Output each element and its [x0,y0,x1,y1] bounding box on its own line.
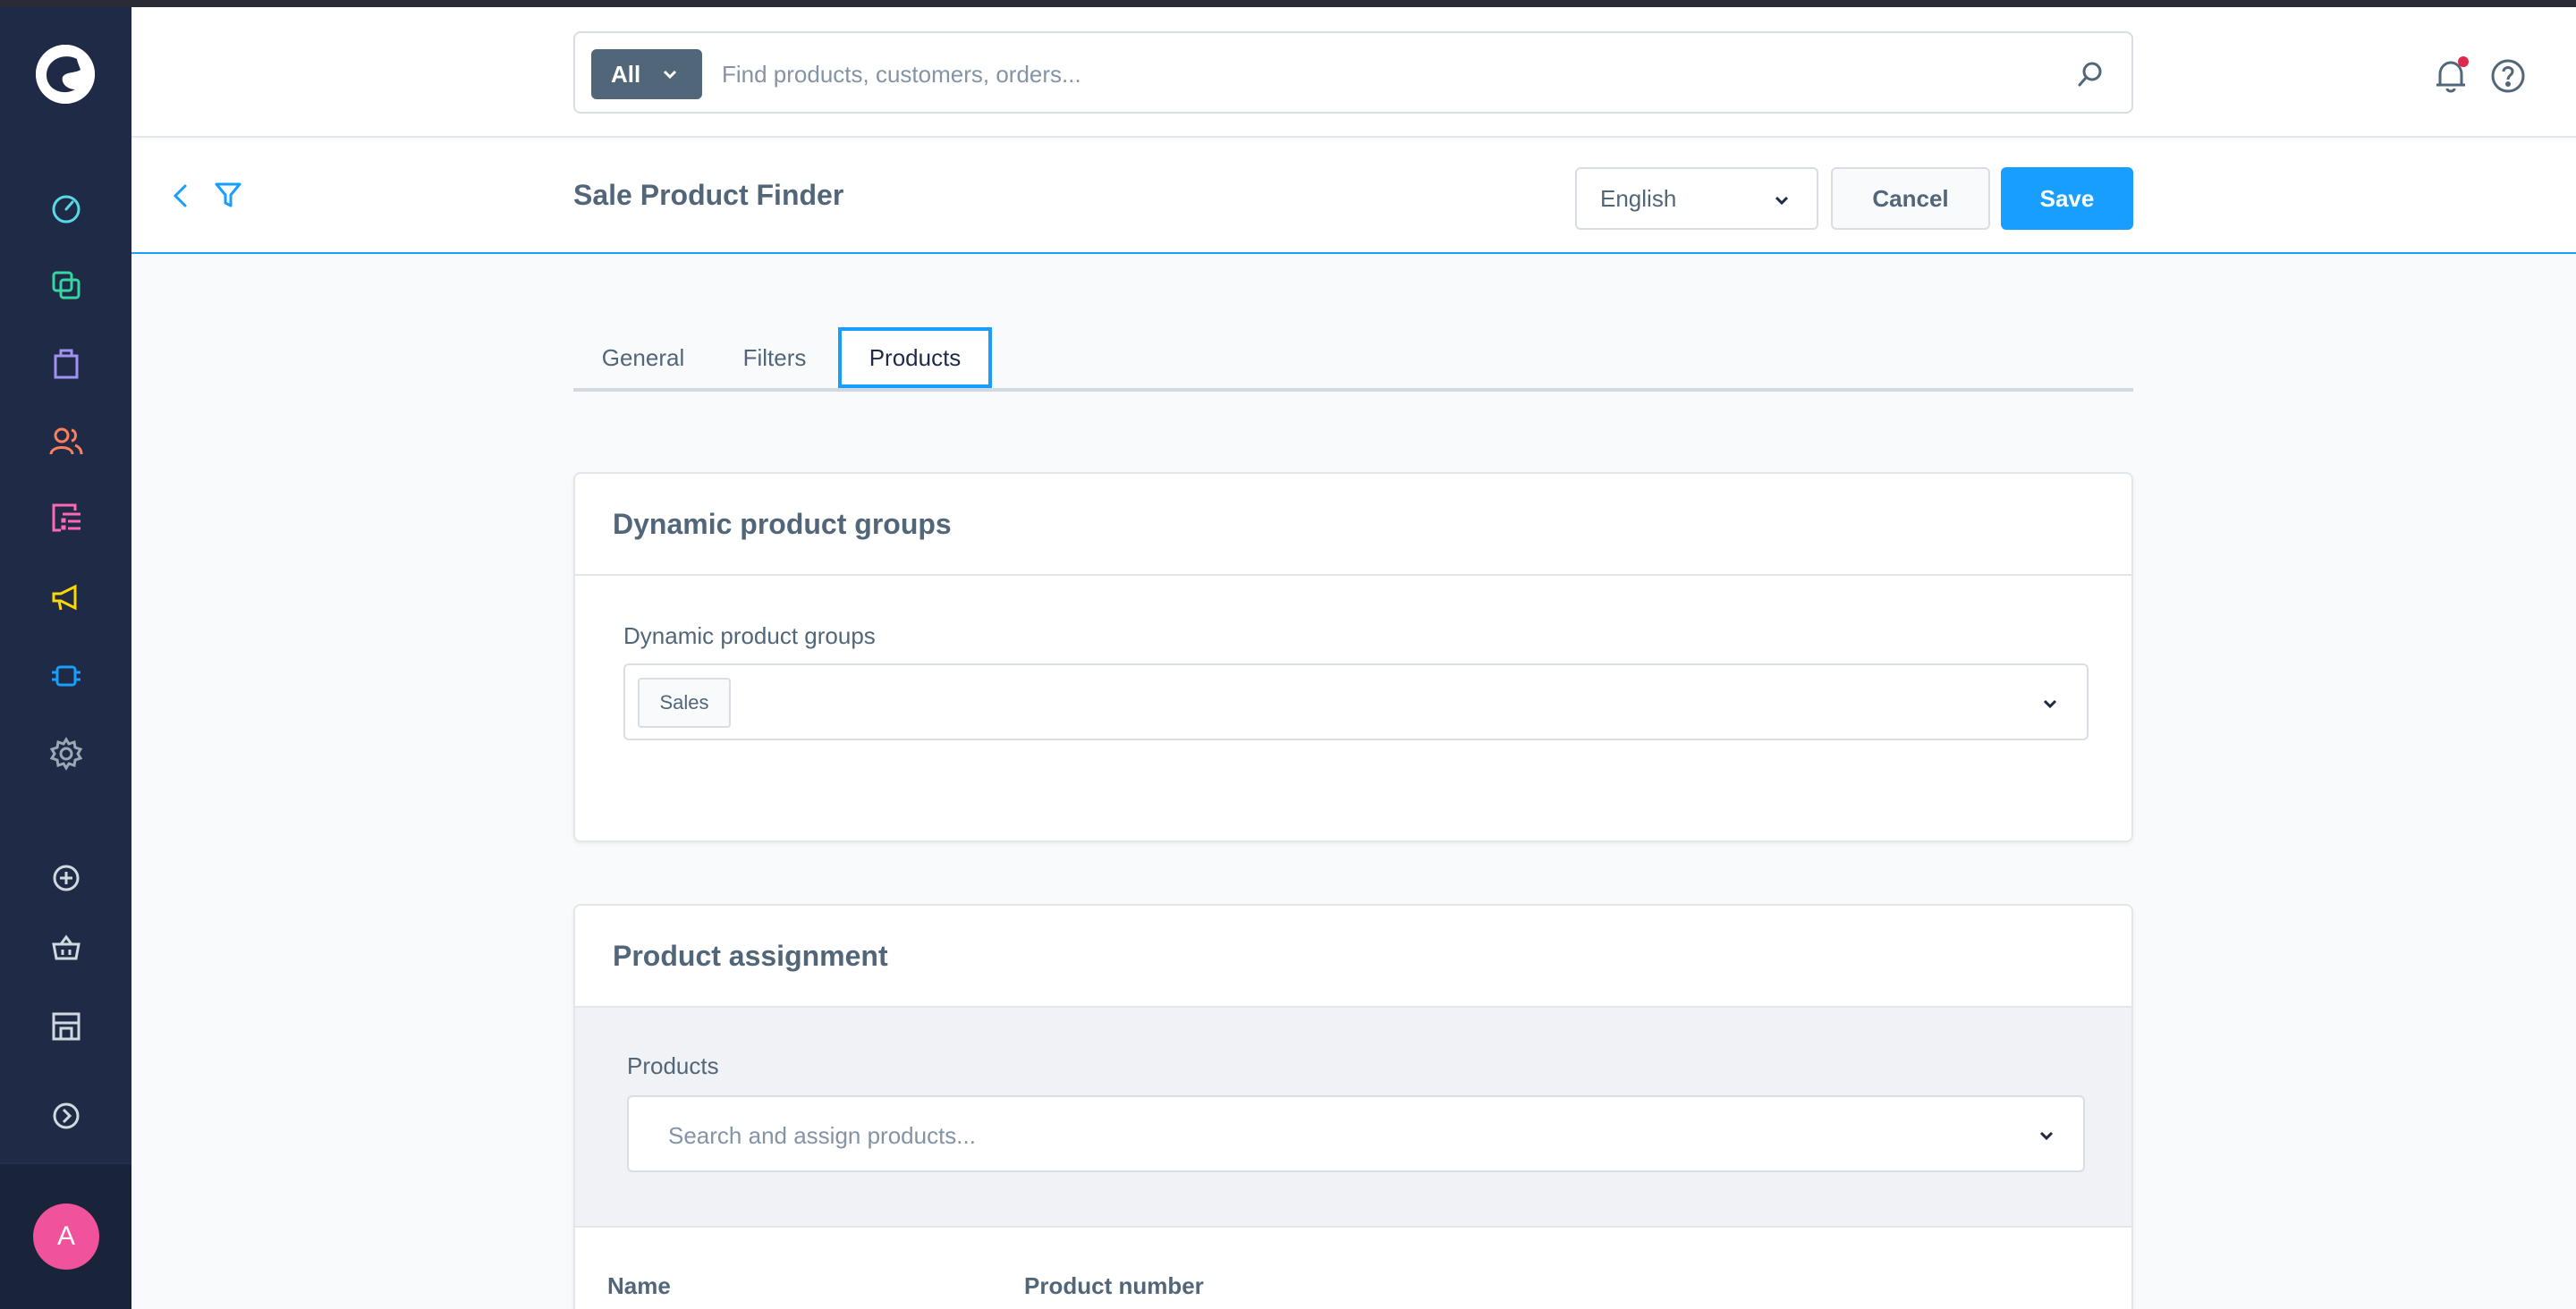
extensions-icon[interactable] [47,656,86,696]
global-search: All [573,31,2133,114]
expand-icon[interactable] [47,1096,86,1136]
catalog-icon[interactable] [47,266,86,305]
chevron-down-icon [2043,699,2057,709]
column-header-name[interactable]: Name [607,1272,671,1300]
chevron-down-icon [664,70,677,80]
add-icon[interactable] [47,858,86,898]
app-window: A All Sale Product Finder English Canc [0,7,2576,1309]
card-title: Product assignment [575,906,2131,1008]
smart-bar: Sale Product Finder English Cancel Save [131,139,2576,254]
filter-icon[interactable] [212,179,244,211]
tab-bar: General Filters Products [573,320,2133,392]
notification-bell-icon[interactable] [2431,56,2470,96]
store-icon[interactable] [47,1007,86,1046]
orders-icon[interactable] [47,343,86,383]
tab-general[interactable]: General [573,327,713,388]
basket-icon[interactable] [47,928,86,967]
sidebar: A [0,7,131,1309]
product-assignment-area: Products Search and assign products... [575,1008,2131,1228]
field-label: Dynamic product groups [623,622,876,649]
tab-filters[interactable]: Filters [713,327,836,388]
product-search-select[interactable]: Search and assign products... [627,1095,2085,1172]
dashboard-icon[interactable] [47,188,86,227]
settings-icon[interactable] [47,734,86,773]
shopware-logo-icon[interactable] [36,45,95,104]
sidebar-footer: A [0,1162,131,1309]
card-title: Dynamic product groups [575,474,2131,576]
search-type-label: All [611,60,641,88]
product-search-placeholder: Search and assign products... [668,1122,976,1149]
product-assignment-card: Product assignment Products Search and a… [573,904,2133,1309]
dynamic-product-groups-select[interactable]: Sales [623,663,2089,740]
chevron-down-icon [2039,1131,2054,1141]
tab-products[interactable]: Products [838,327,992,388]
page-title: Sale Product Finder [573,179,844,211]
field-label: Products [627,1052,719,1079]
chevron-down-icon [1775,196,1789,206]
language-value: English [1600,184,1677,212]
dynamic-product-groups-card: Dynamic product groups Dynamic product g… [573,472,2133,842]
search-icon[interactable] [2074,58,2106,90]
back-arrow-icon[interactable] [165,181,196,211]
customers-icon[interactable] [47,422,86,461]
notification-badge [2458,56,2469,67]
search-type-dropdown[interactable]: All [591,49,702,99]
avatar[interactable]: A [33,1203,99,1270]
selected-tag[interactable]: Sales [638,678,731,728]
search-input[interactable] [722,51,2046,97]
help-icon[interactable] [2488,56,2528,96]
column-header-product-number[interactable]: Product number [1024,1272,1204,1300]
top-bar: All [131,7,2576,138]
save-button[interactable]: Save [2001,167,2133,230]
marketing-icon[interactable] [47,578,86,617]
language-select[interactable]: English [1575,167,1818,230]
content-icon[interactable] [47,500,86,539]
cancel-button[interactable]: Cancel [1831,167,1990,230]
